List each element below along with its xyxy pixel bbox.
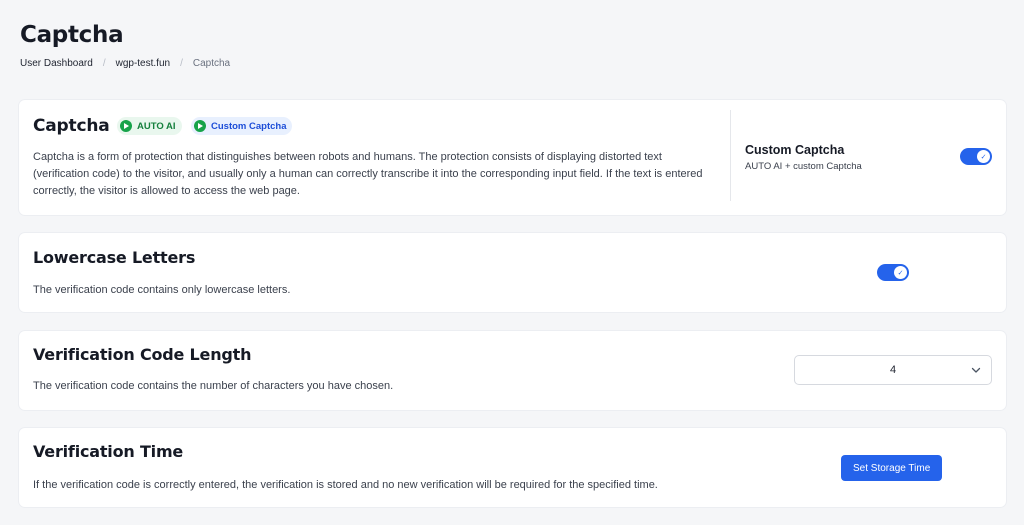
captcha-description: Captcha is a form of protection that dis… <box>33 151 703 197</box>
breadcrumb-domain[interactable]: wgp-test.fun <box>116 58 170 69</box>
custom-captcha-option-subtitle: AUTO AI + custom Captcha <box>745 161 862 172</box>
code-length-title: Verification Code Length <box>33 345 252 364</box>
custom-captcha-option-title: Custom Captcha <box>745 143 845 157</box>
lowercase-card: Lowercase Letters The verification code … <box>19 233 1006 312</box>
badge-custom-captcha: Custom Captcha <box>191 117 293 135</box>
lowercase-description: The verification code contains only lowe… <box>33 284 291 296</box>
breadcrumb-current: Captcha <box>192 58 231 69</box>
breadcrumb: User Dashboard / wgp-test.fun / Captcha <box>20 58 230 69</box>
chevron-down-icon <box>971 367 981 373</box>
captcha-card: Captcha AUTO AI Custom Captcha Captcha i… <box>19 100 1006 215</box>
custom-captcha-toggle[interactable]: ✓ <box>960 148 992 165</box>
breadcrumb-separator: / <box>180 58 183 69</box>
check-icon: ✓ <box>977 150 990 163</box>
badge-auto-ai: AUTO AI <box>117 117 182 135</box>
page-title: Captcha <box>20 22 124 48</box>
play-icon <box>194 120 206 132</box>
lowercase-toggle[interactable]: ✓ <box>877 264 909 281</box>
verification-time-title: Verification Time <box>33 442 184 461</box>
badge-custom-captcha-label: Custom Captcha <box>211 120 287 132</box>
code-length-value: 4 <box>889 364 897 376</box>
captcha-title: Captcha <box>33 116 110 136</box>
code-length-select[interactable]: 4 <box>794 355 992 385</box>
code-length-description: The verification code contains the numbe… <box>33 380 394 392</box>
code-length-card: Verification Code Length The verificatio… <box>19 331 1006 410</box>
badge-auto-ai-label: AUTO AI <box>137 120 176 132</box>
set-storage-time-button[interactable]: Set Storage Time <box>841 455 943 481</box>
breadcrumb-user-dashboard[interactable]: User Dashboard <box>20 58 93 69</box>
lowercase-title: Lowercase Letters <box>33 248 196 267</box>
verification-time-card: Verification Time If the verification co… <box>19 428 1006 507</box>
verification-time-description: If the verification code is correctly en… <box>33 479 658 491</box>
play-icon <box>120 120 132 132</box>
divider <box>730 110 731 201</box>
breadcrumb-separator: / <box>102 58 106 69</box>
check-icon: ✓ <box>894 266 907 279</box>
